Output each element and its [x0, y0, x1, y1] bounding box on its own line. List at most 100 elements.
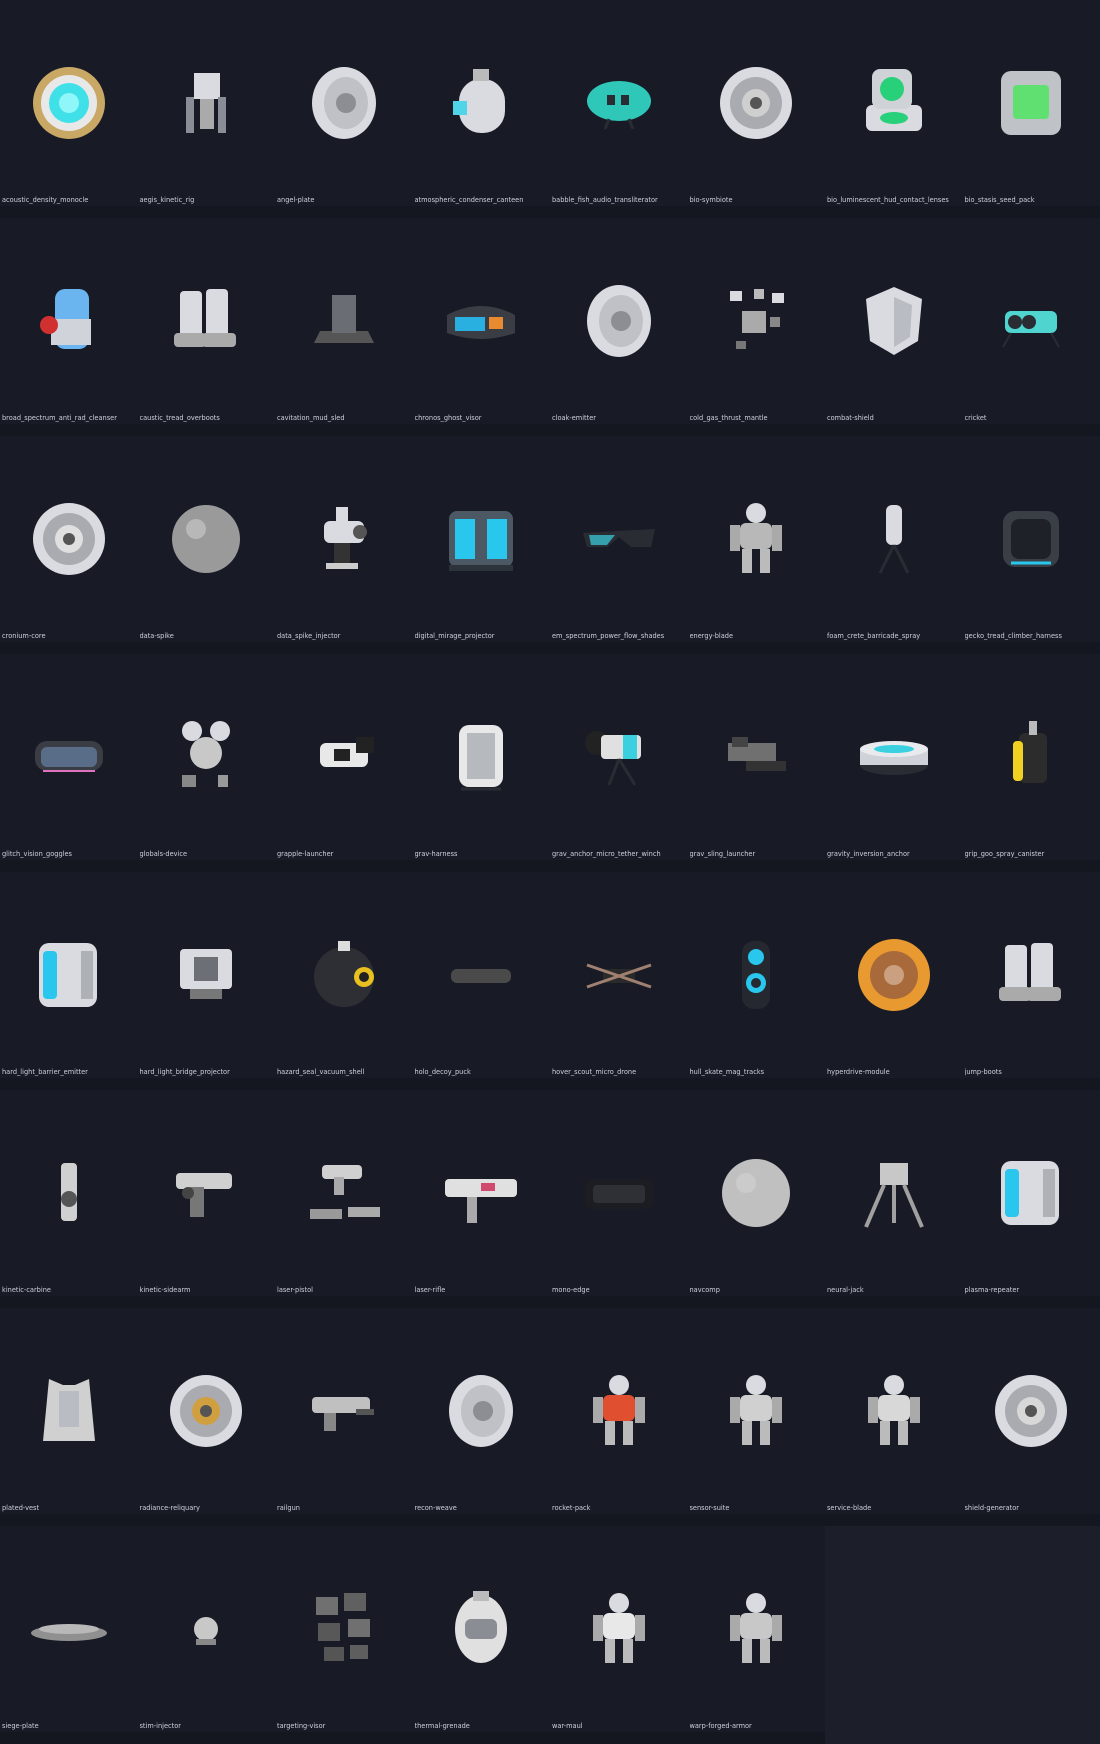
- asset-tile[interactable]: stim-injector: [137, 1526, 275, 1744]
- label-divider: [412, 1514, 550, 1526]
- asset-tile[interactable]: caustic_tread_overboots: [137, 218, 276, 436]
- orb-cluster-icon: [138, 654, 276, 860]
- pistol-parts-icon: [275, 1090, 413, 1296]
- label-divider: [962, 642, 1100, 654]
- asset-tile[interactable]: laser-rifle: [412, 1090, 550, 1308]
- robot-icon: [688, 1526, 826, 1732]
- asset-tile[interactable]: grav-harness: [412, 654, 550, 872]
- asset-tile[interactable]: cronium-core: [0, 436, 138, 654]
- asset-tile[interactable]: digital_mirage_projector: [412, 436, 551, 654]
- asset-label: sensor-suite: [689, 1504, 730, 1512]
- asset-tile[interactable]: railgun: [275, 1308, 413, 1526]
- asset-tile[interactable]: jump-boots: [962, 872, 1100, 1090]
- visor-icon: [413, 218, 551, 424]
- asset-tile[interactable]: laser-pistol: [275, 1090, 413, 1308]
- shades-icon: [550, 436, 688, 642]
- asset-tile[interactable]: cricket: [962, 218, 1100, 436]
- asset-tile[interactable]: thermal-grenade: [412, 1526, 551, 1744]
- asset-label: cronium-core: [2, 632, 46, 640]
- label-divider: [0, 1296, 138, 1308]
- mech-frame-icon: [138, 0, 276, 206]
- asset-tile[interactable]: siege-plate: [0, 1526, 138, 1744]
- asset-tile[interactable]: energy-blade: [687, 436, 825, 654]
- asset-tile[interactable]: recon-weave: [412, 1308, 550, 1526]
- asset-tile[interactable]: hard_light_bridge_projector: [137, 872, 275, 1090]
- asset-tile[interactable]: gravity_inversion_anchor: [825, 654, 963, 872]
- asset-tile[interactable]: bio_stasis_seed_pack: [962, 0, 1100, 218]
- asset-label: grav_sling_launcher: [689, 850, 756, 858]
- asset-label: bio_stasis_seed_pack: [964, 196, 1035, 204]
- asset-tile[interactable]: sensor-suite: [687, 1308, 825, 1526]
- parts-grid-icon: [275, 1526, 413, 1732]
- asset-tile[interactable]: grip_goo_spray_canister: [962, 654, 1100, 872]
- asset-label: hazard_seal_vacuum_shell: [277, 1068, 365, 1076]
- asset-tile[interactable]: broad_spectrum_anti_rad_cleanser: [0, 218, 138, 436]
- label-divider: [825, 424, 963, 436]
- asset-tile[interactable]: hull_skate_mag_tracks: [687, 872, 825, 1090]
- asset-tile[interactable]: radiance-reliquary: [137, 1308, 275, 1526]
- asset-tile[interactable]: kinetic-carbine: [0, 1090, 138, 1308]
- asset-tile[interactable]: warp-forged-armor: [687, 1526, 826, 1744]
- label-divider: [0, 424, 138, 436]
- asset-tile[interactable]: em_spectrum_power_flow_shades: [550, 436, 688, 654]
- asset-tile[interactable]: rocket-pack: [550, 1308, 688, 1526]
- asset-tile[interactable]: service-blade: [825, 1308, 963, 1526]
- asset-tile[interactable]: kinetic-sidearm: [137, 1090, 275, 1308]
- asset-tile[interactable]: cloak-emitter: [550, 218, 688, 436]
- asset-tile[interactable]: neural-jack: [825, 1090, 963, 1308]
- asset-tile[interactable]: hyperdrive-module: [825, 872, 963, 1090]
- asset-tile[interactable]: globals-device: [137, 654, 276, 872]
- cube-device-icon: [413, 436, 551, 642]
- disc-plate-icon: [550, 218, 688, 424]
- asset-tile[interactable]: gecko_tread_climber_harness: [962, 436, 1100, 654]
- asset-tile[interactable]: war-maul: [550, 1526, 688, 1744]
- asset-label: combat-shield: [827, 414, 874, 422]
- asset-tile[interactable]: angel-plate: [275, 0, 413, 218]
- asset-tile[interactable]: cold_gas_thrust_mantle: [687, 218, 825, 436]
- asset-label: chronos_ghost_visor: [414, 414, 482, 422]
- asset-tile[interactable]: shield-generator: [962, 1308, 1100, 1526]
- asset-tile[interactable]: hazard_seal_vacuum_shell: [275, 872, 413, 1090]
- asset-tile[interactable]: plated-vest: [0, 1308, 138, 1526]
- asset-label: cold_gas_thrust_mantle: [689, 414, 768, 422]
- asset-tile[interactable]: foam_crete_barricade_spray: [825, 436, 963, 654]
- railgun-icon: [275, 1308, 413, 1514]
- asset-tile[interactable]: data_spike_injector: [275, 436, 413, 654]
- empty-tile: [825, 1526, 963, 1744]
- asset-label: acoustic_density_monocle: [2, 196, 89, 204]
- asset-tile[interactable]: hard_light_barrier_emitter: [0, 872, 138, 1090]
- grenade-icon: [413, 1526, 551, 1732]
- boots-icon: [138, 218, 276, 424]
- asset-label: hard_light_barrier_emitter: [2, 1068, 88, 1076]
- asset-tile[interactable]: holo_decoy_puck: [412, 872, 550, 1090]
- asset-label: neural-jack: [827, 1286, 864, 1294]
- label-divider: [137, 1514, 275, 1526]
- asset-label: hull_skate_mag_tracks: [689, 1068, 765, 1076]
- asset-tile[interactable]: hover_scout_micro_drone: [550, 872, 688, 1090]
- asset-tile[interactable]: acoustic_density_monocle: [0, 0, 138, 218]
- asset-tile[interactable]: data-spike: [137, 436, 275, 654]
- asset-tile[interactable]: cavitation_mud_sled: [275, 218, 413, 436]
- asset-tile[interactable]: atmospheric_condenser_canteen: [412, 0, 550, 218]
- canister-icon: [0, 218, 138, 424]
- asset-tile[interactable]: babble_fish_audio_transliterator: [550, 0, 688, 218]
- asset-tile[interactable]: bio_luminescent_hud_contact_lenses: [825, 0, 963, 218]
- asset-tile[interactable]: aegis_kinetic_rig: [137, 0, 276, 218]
- asset-tile[interactable]: grapple-launcher: [275, 654, 413, 872]
- asset-tile[interactable]: bio-symbiote: [687, 0, 825, 218]
- asset-label: plated-vest: [2, 1504, 40, 1512]
- asset-tile[interactable]: grav_sling_launcher: [687, 654, 825, 872]
- label-divider: [275, 1296, 413, 1308]
- asset-tile[interactable]: mono-edge: [550, 1090, 688, 1308]
- label-divider: [550, 642, 688, 654]
- asset-tile[interactable]: plasma-repeater: [962, 1090, 1100, 1308]
- asset-label: targeting-visor: [277, 1722, 326, 1730]
- asset-label: stim-injector: [139, 1722, 182, 1730]
- asset-tile[interactable]: navcomp: [687, 1090, 825, 1308]
- asset-tile[interactable]: combat-shield: [825, 218, 963, 436]
- asset-tile[interactable]: grav_anchor_micro_tether_winch: [550, 654, 688, 872]
- asset-tile[interactable]: glitch_vision_goggles: [0, 654, 138, 872]
- asset-tile[interactable]: chronos_ghost_visor: [412, 218, 551, 436]
- label-divider: [137, 1296, 275, 1308]
- asset-tile[interactable]: targeting-visor: [275, 1526, 413, 1744]
